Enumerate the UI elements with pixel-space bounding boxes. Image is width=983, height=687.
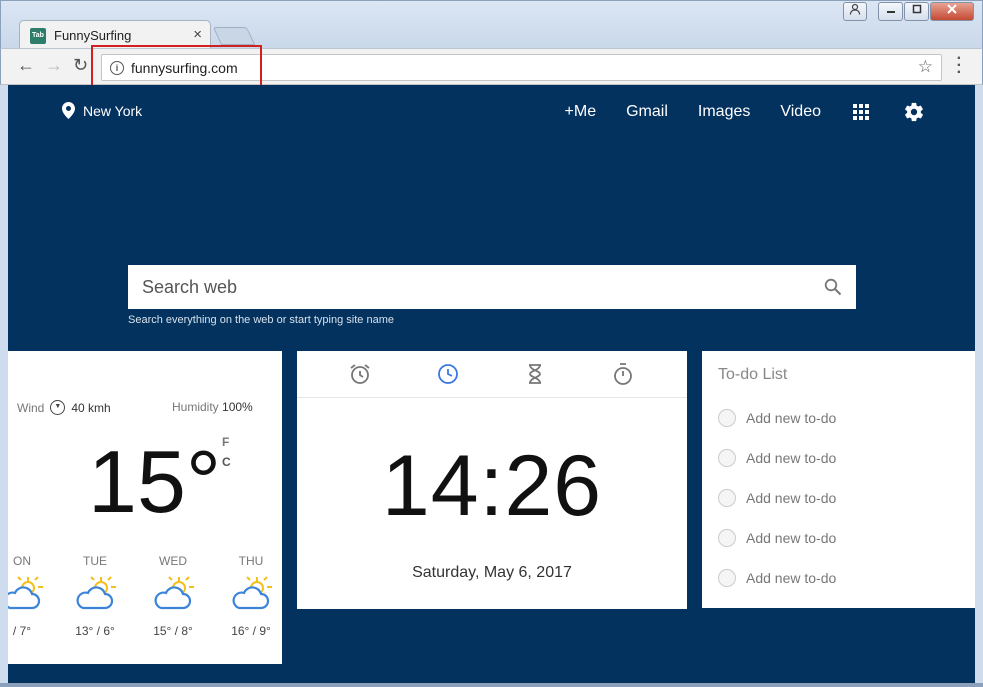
nav-images-link[interactable]: Images — [698, 103, 750, 121]
partly-cloudy-icon — [8, 575, 44, 610]
back-button[interactable]: ← — [17, 55, 35, 76]
todo-item[interactable]: Add new to-do — [718, 529, 836, 547]
todo-item[interactable]: Add new to-do — [718, 569, 836, 587]
user-profile-button[interactable] — [843, 2, 867, 21]
todo-item-label[interactable]: Add new to-do — [746, 530, 836, 546]
partly-cloudy-icon — [154, 575, 195, 610]
wind-info: Wind ▼ 40 kmh — [17, 400, 111, 415]
restore-icon — [912, 4, 921, 14]
todo-item-label[interactable]: Add new to-do — [746, 410, 836, 426]
wind-direction-icon: ▼ — [50, 400, 66, 415]
new-tab-button[interactable] — [212, 27, 256, 45]
todo-item-label[interactable]: Add new to-do — [746, 570, 836, 586]
location-label: New York — [83, 102, 143, 119]
forecast-day: TUE 13° / 6° — [60, 554, 130, 638]
forecast-temp: 13° / 6° — [75, 624, 115, 638]
wind-label: Wind — [17, 400, 45, 415]
partly-cloudy-icon — [76, 575, 117, 610]
todo-checkbox[interactable] — [718, 529, 736, 547]
todo-item[interactable]: Add new to-do — [718, 409, 836, 427]
forecast-day: THU 16° / 9° — [216, 554, 282, 638]
settings-gear-icon[interactable] — [903, 101, 925, 123]
forecast-day-name: THU — [238, 554, 264, 568]
todo-checkbox[interactable] — [718, 409, 736, 427]
nav-gmail-link[interactable]: Gmail — [626, 103, 668, 121]
close-icon — [947, 4, 957, 14]
humidity-label: Humidity — [172, 400, 219, 414]
stopwatch-icon[interactable] — [611, 362, 635, 386]
forward-button[interactable]: → — [45, 55, 63, 76]
todo-item[interactable]: Add new to-do — [718, 489, 836, 507]
weather-card: Wind ▼ 40 kmh Humidity 100% 15° F C ON /… — [8, 351, 282, 664]
user-icon — [849, 3, 861, 15]
todo-item-label[interactable]: Add new to-do — [746, 490, 836, 506]
bookmark-star-icon[interactable]: ☆ — [918, 57, 933, 77]
maximize-button[interactable] — [904, 2, 929, 21]
todo-item[interactable]: Add new to-do — [718, 449, 836, 467]
todo-checkbox[interactable] — [718, 569, 736, 587]
clock-tabs — [297, 351, 687, 398]
nav-video-link[interactable]: Video — [780, 103, 821, 121]
clock-time: 14:26 — [381, 438, 603, 534]
forecast-day-name: ON — [13, 554, 31, 568]
location[interactable]: New York — [62, 102, 142, 119]
clock-card: 14:26 Saturday, May 6, 2017 — [297, 351, 687, 609]
tab-title: FunnySurfing — [54, 28, 132, 43]
window-bottom-border — [0, 683, 983, 687]
clock-icon[interactable] — [436, 362, 460, 386]
browser-menu-icon[interactable]: · · · — [957, 51, 962, 81]
forecast-day: ON / 7° — [8, 554, 57, 638]
forecast-day-name: TUE — [83, 554, 107, 568]
search-input[interactable] — [142, 265, 802, 309]
close-window-button[interactable] — [930, 2, 974, 21]
weather-forecast: ON / 7° TUE 13° / 6° WED 15° / 8° THU 16… — [8, 554, 282, 654]
tab-favicon-icon: Tab — [30, 28, 46, 44]
clock-date: Saturday, May 6, 2017 — [412, 564, 572, 581]
current-temperature: 15° — [88, 432, 222, 531]
forecast-day-name: WED — [159, 554, 187, 568]
minimize-button[interactable] — [878, 2, 903, 21]
unit-fahrenheit-toggle[interactable]: F — [222, 435, 229, 449]
todo-item-label[interactable]: Add new to-do — [746, 450, 836, 466]
humidity-value: 100% — [222, 400, 253, 414]
todo-card: To-do List Add new to-do Add new to-do A… — [702, 351, 975, 608]
search-hint: Search everything on the web or start ty… — [128, 314, 394, 326]
forecast-temp: 15° / 8° — [153, 624, 193, 638]
forecast-temp: / 7° — [12, 624, 32, 638]
nav-me-link[interactable]: +Me — [565, 103, 597, 121]
todo-checkbox[interactable] — [718, 489, 736, 507]
search-box — [128, 265, 856, 309]
reload-button[interactable]: ↻ — [73, 55, 88, 76]
apps-grid-icon[interactable] — [853, 104, 869, 120]
partly-cloudy-icon — [232, 575, 273, 610]
todo-checkbox[interactable] — [718, 449, 736, 467]
location-pin-icon — [62, 102, 75, 119]
todo-title: To-do List — [718, 366, 788, 383]
humidity-info: Humidity 100% — [172, 400, 253, 414]
window-titlebar: Tab FunnySurfing × — [0, 0, 983, 50]
forecast-day: WED 15° / 8° — [138, 554, 208, 638]
window-controls — [842, 2, 974, 21]
top-navigation: +Me Gmail Images Video — [535, 101, 925, 123]
unit-celsius-toggle[interactable]: C — [222, 455, 231, 469]
page-content: New York +Me Gmail Images Video Search e… — [8, 85, 975, 687]
alarm-icon[interactable] — [348, 362, 372, 386]
forecast-temp: 16° / 9° — [231, 624, 271, 638]
search-icon[interactable] — [824, 278, 842, 296]
minimize-icon — [886, 11, 895, 13]
hourglass-icon[interactable] — [523, 362, 547, 386]
wind-value: 40 kmh — [71, 400, 111, 415]
tab-close-icon[interactable]: × — [193, 26, 202, 43]
